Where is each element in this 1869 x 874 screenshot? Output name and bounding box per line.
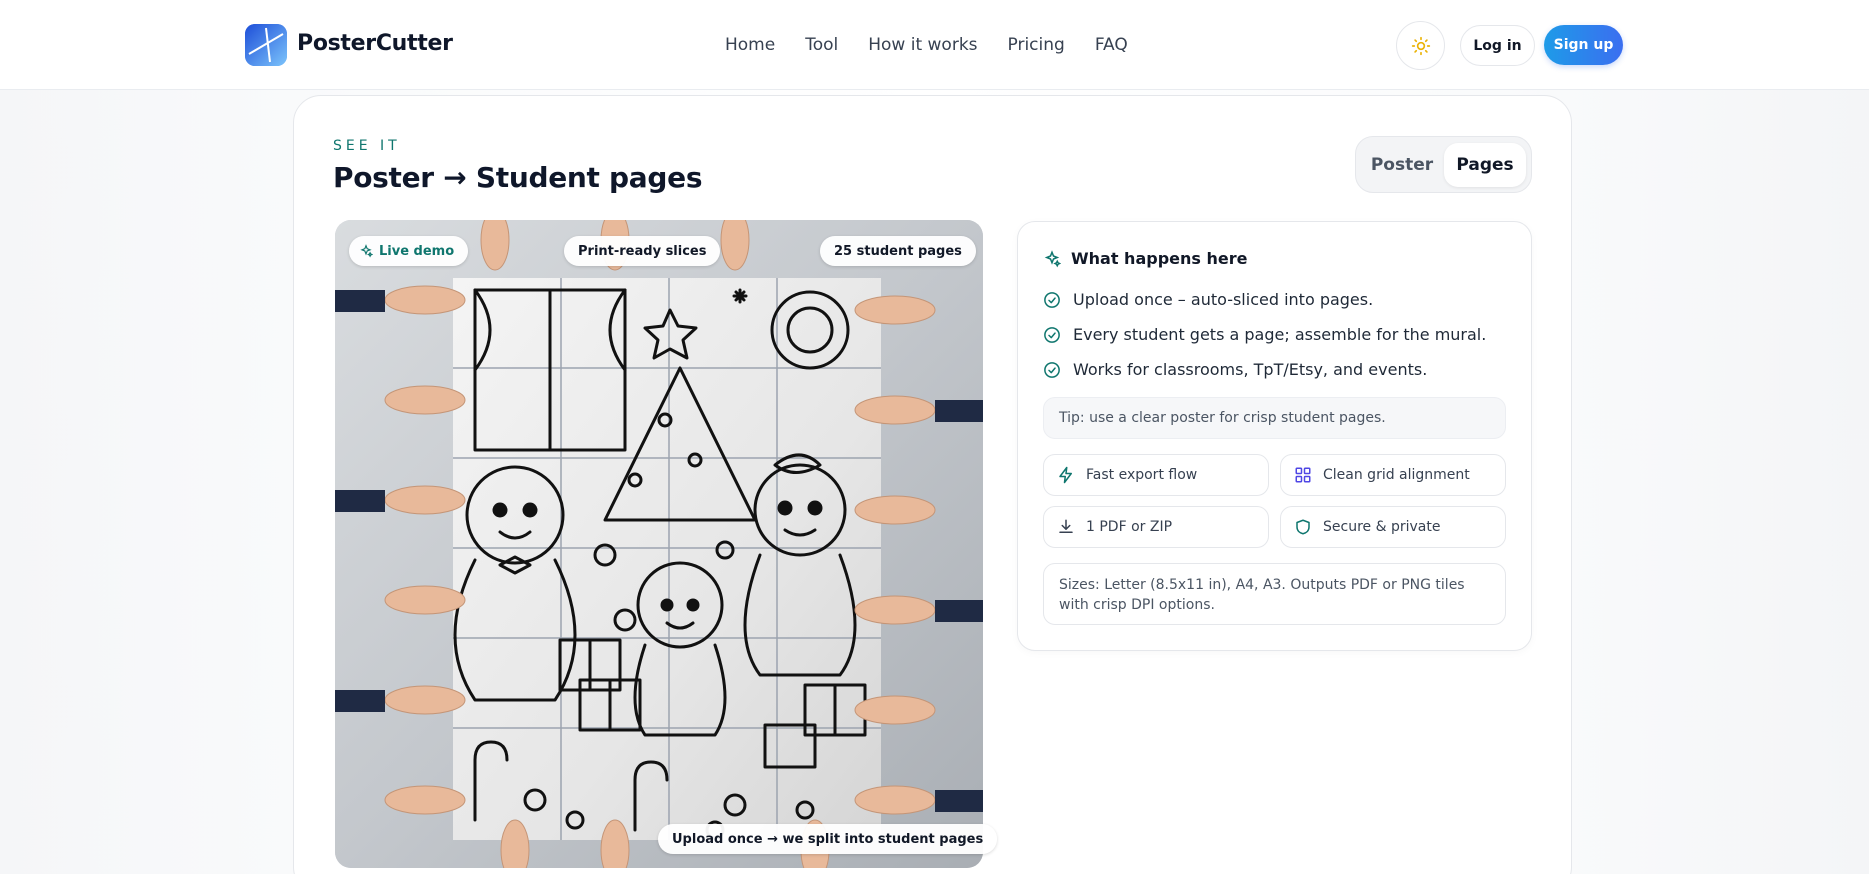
toggle-pages[interactable]: Pages [1444, 143, 1526, 187]
main-nav: Home Tool How it works Pricing FAQ [725, 35, 1158, 55]
live-demo-badge: Live demo [349, 236, 469, 266]
nav-tool[interactable]: Tool [805, 35, 838, 55]
nav-how-it-works[interactable]: How it works [868, 35, 977, 55]
student-pages-count-badge: 25 student pages [820, 236, 976, 266]
nav-faq[interactable]: FAQ [1095, 35, 1128, 55]
info-bullet-text: Works for classrooms, TpT/Etsy, and even… [1073, 360, 1428, 379]
info-bullet: Upload once – auto-sliced into pages. [1043, 290, 1373, 309]
live-demo-label: Live demo [379, 243, 455, 259]
feature-label: Clean grid alignment [1323, 467, 1470, 483]
lightning-icon [1057, 466, 1075, 484]
feature-label: Secure & private [1323, 519, 1441, 535]
feature-label: Fast export flow [1086, 467, 1198, 483]
toggle-poster[interactable]: Poster [1362, 143, 1442, 187]
check-circle-icon [1043, 326, 1061, 344]
feature-fast-export: Fast export flow [1043, 454, 1269, 496]
theme-toggle-button[interactable] [1396, 21, 1445, 70]
brand-name[interactable]: PosterCutter [297, 31, 453, 56]
poster-preview-image [335, 220, 983, 868]
site-header: PosterCutter Home Tool How it works Pric… [0, 0, 1869, 90]
section-eyebrow: SEE IT [333, 138, 401, 154]
feature-grid-alignment: Clean grid alignment [1280, 454, 1506, 496]
sparkle-icon [1043, 249, 1061, 268]
grid-icon [1294, 466, 1312, 484]
download-icon [1057, 518, 1075, 536]
upload-caption-badge: Upload once → we split into student page… [658, 824, 998, 854]
feature-label: 1 PDF or ZIP [1086, 519, 1173, 535]
print-ready-badge: Print-ready slices [564, 236, 721, 266]
info-bullet-text: Upload once – auto-sliced into pages. [1073, 290, 1374, 309]
info-bullet-text: Every student gets a page; assemble for … [1073, 325, 1487, 344]
feature-secure: Secure & private [1280, 506, 1506, 548]
nav-home[interactable]: Home [725, 35, 775, 55]
tip-box: Tip: use a clear poster for crisp studen… [1043, 397, 1506, 439]
logo-icon[interactable] [245, 24, 287, 66]
section-title: Poster → Student pages [333, 161, 703, 194]
check-circle-icon [1043, 291, 1061, 309]
login-button[interactable]: Log in [1460, 25, 1535, 66]
info-heading-text: What happens here [1071, 249, 1248, 268]
signup-button[interactable]: Sign up [1544, 25, 1623, 65]
sparkle-icon [359, 244, 373, 258]
info-heading: What happens here [1043, 249, 1247, 268]
feature-pdf-zip: 1 PDF or ZIP [1043, 506, 1269, 548]
check-circle-icon [1043, 361, 1061, 379]
info-bullet: Every student gets a page; assemble for … [1043, 325, 1486, 344]
view-toggle: Poster Pages [1355, 136, 1532, 193]
sizes-note: Sizes: Letter (8.5x11 in), A4, A3. Outpu… [1043, 563, 1506, 625]
nav-pricing[interactable]: Pricing [1008, 35, 1065, 55]
shield-icon [1294, 518, 1312, 536]
sun-icon [1411, 36, 1431, 56]
info-bullet: Works for classrooms, TpT/Etsy, and even… [1043, 360, 1427, 379]
